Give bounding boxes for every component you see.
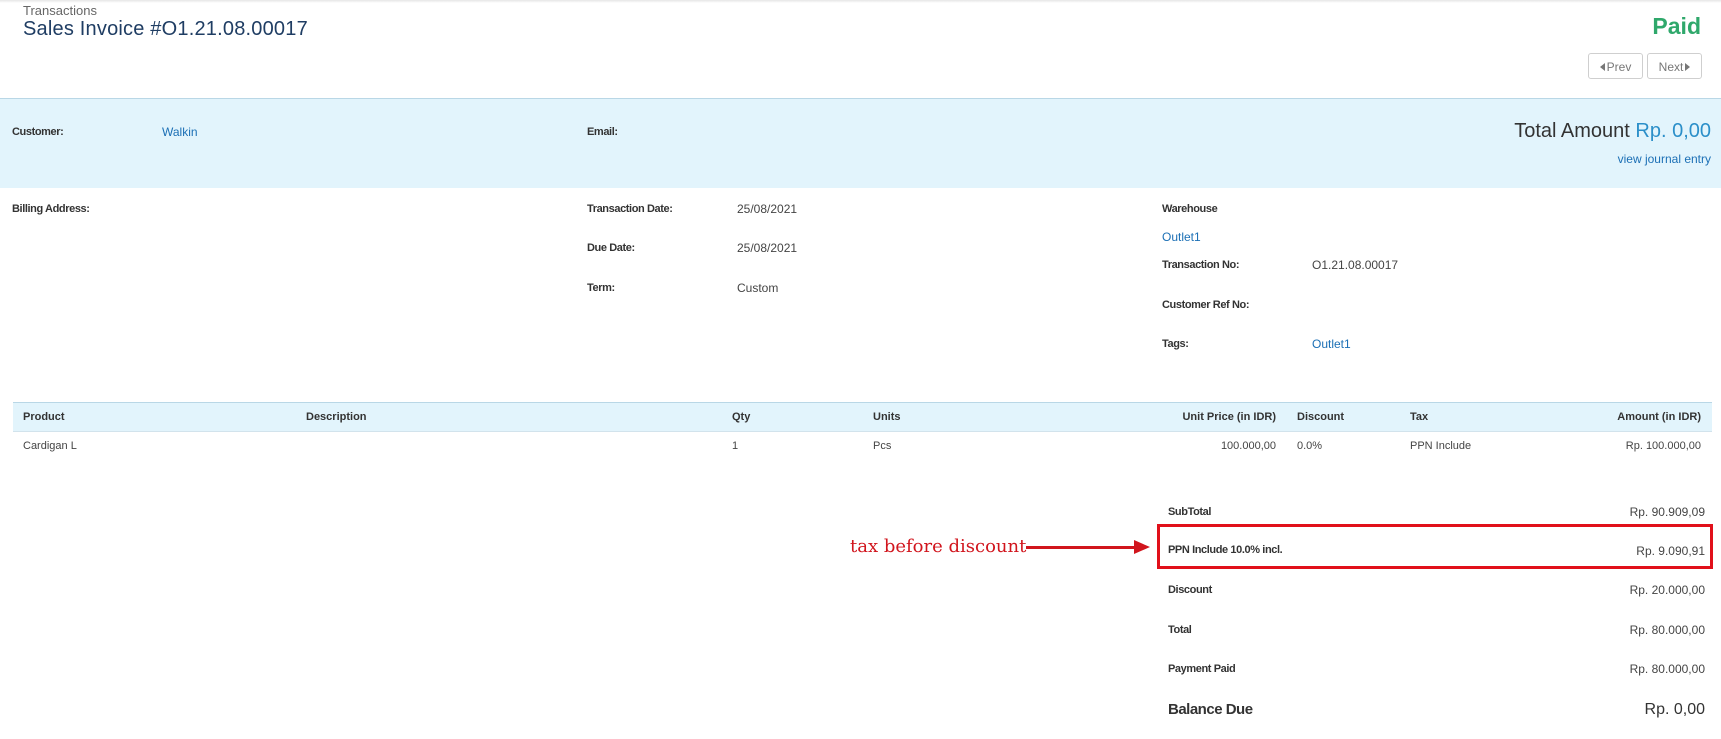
next-label: Next bbox=[1658, 60, 1684, 74]
tags-label: Tags: bbox=[1162, 338, 1189, 350]
unit-price-cell: 100.000,00 bbox=[1220, 440, 1276, 452]
total-value: Rp. 80.000,00 bbox=[1629, 623, 1705, 637]
tax-cell: PPN Include bbox=[1410, 440, 1472, 452]
top-shadow bbox=[0, 0, 1721, 3]
payment-paid-label: Payment Paid bbox=[1168, 663, 1236, 675]
transaction-date-label: Transaction Date: bbox=[587, 203, 673, 215]
warehouse-link[interactable]: Outlet1 bbox=[1162, 230, 1201, 244]
total-label: Total bbox=[1168, 624, 1192, 636]
status-badge: Paid bbox=[1652, 13, 1701, 39]
chevron-left-icon bbox=[1599, 62, 1605, 71]
transaction-no-value: O1.21.08.00017 bbox=[1312, 258, 1399, 272]
annotation-arrow-icon bbox=[1134, 540, 1150, 554]
balance-due-label: Balance Due bbox=[1168, 701, 1253, 718]
column-header-product: Product bbox=[23, 411, 65, 423]
tag-link[interactable]: Outlet1 bbox=[1312, 337, 1351, 351]
page-title: Sales Invoice #O1.21.08.00017 bbox=[23, 18, 308, 40]
items-table-header bbox=[13, 402, 1712, 432]
view-journal-entry-link[interactable]: view journal entry bbox=[1618, 152, 1711, 166]
summary-band bbox=[0, 98, 1721, 188]
amount-cell: Rp. 100.000,00 bbox=[1625, 440, 1701, 452]
annotation-highlight-box bbox=[1157, 524, 1713, 569]
total-amount-label: Total Amount bbox=[1514, 120, 1630, 142]
prev-label: Prev bbox=[1606, 60, 1632, 74]
prev-button[interactable]: Prev bbox=[1588, 53, 1643, 79]
billing-address-label: Billing Address: bbox=[12, 203, 90, 215]
column-header-qty: Qty bbox=[732, 411, 751, 423]
term-label: Term: bbox=[587, 282, 615, 294]
annotation-text: tax before discount bbox=[850, 536, 1027, 557]
balance-due-value: Rp. 0,00 bbox=[1644, 701, 1705, 718]
column-header-discount: Discount bbox=[1297, 411, 1345, 423]
customer-ref-label: Customer Ref No: bbox=[1162, 299, 1250, 311]
due-date-label: Due Date: bbox=[587, 242, 635, 254]
breadcrumb[interactable]: Transactions bbox=[23, 3, 97, 18]
subtotal-label: SubTotal bbox=[1168, 506, 1212, 518]
units-cell: Pcs bbox=[873, 440, 892, 452]
due-date-value: 25/08/2021 bbox=[737, 241, 798, 255]
term-value: Custom bbox=[737, 281, 779, 295]
subtotal-value: Rp. 90.909,09 bbox=[1629, 505, 1705, 519]
column-header-unit-price: Unit Price (in IDR) bbox=[1182, 411, 1276, 423]
warehouse-label: Warehouse bbox=[1162, 203, 1218, 215]
column-header-tax: Tax bbox=[1410, 411, 1429, 423]
email-label: Email: bbox=[587, 126, 618, 138]
qty-cell: 1 bbox=[732, 440, 739, 452]
payment-paid-value: Rp. 80.000,00 bbox=[1629, 662, 1705, 676]
customer-link[interactable]: Walkin bbox=[162, 125, 198, 139]
customer-label: Customer: bbox=[12, 126, 64, 138]
column-header-amount: Amount (in IDR) bbox=[1617, 411, 1701, 423]
total-amount: Total Amount Rp. 0,00 bbox=[1514, 120, 1711, 143]
chevron-right-icon bbox=[1685, 62, 1691, 71]
discount-cell: 0.0% bbox=[1297, 440, 1323, 452]
product-link[interactable]: Cardigan L bbox=[23, 440, 77, 452]
transaction-date-value: 25/08/2021 bbox=[737, 202, 798, 216]
total-amount-value: Rp. 0,00 bbox=[1635, 120, 1711, 142]
transaction-no-label: Transaction No: bbox=[1162, 259, 1240, 271]
discount-value: Rp. 20.000,00 bbox=[1629, 583, 1705, 597]
annotation-arrow-line bbox=[1026, 546, 1141, 549]
next-button[interactable]: Next bbox=[1647, 53, 1702, 79]
column-header-units: Units bbox=[873, 411, 901, 423]
column-header-description: Description bbox=[306, 411, 367, 423]
discount-label: Discount bbox=[1168, 584, 1212, 596]
